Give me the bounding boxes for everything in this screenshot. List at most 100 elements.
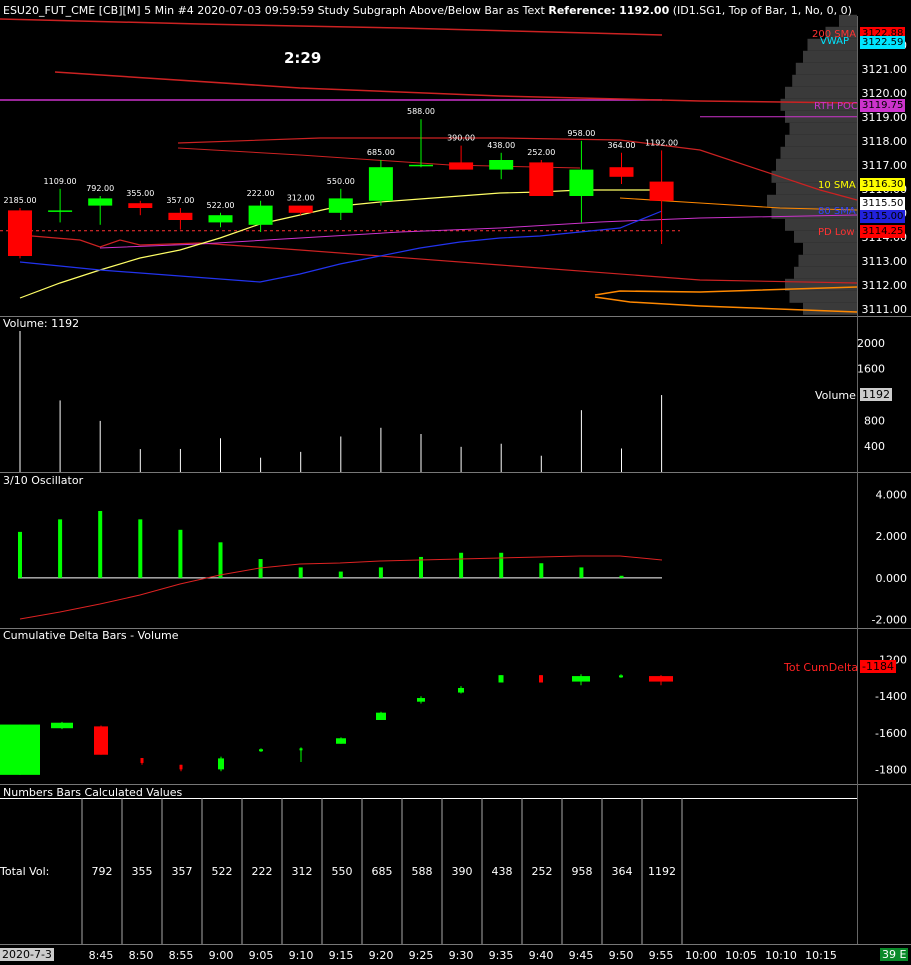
numbers-total-vol-value: 685 [372,865,393,878]
price-axis-tick: 3113.00 [862,255,908,268]
oscillator-bar [499,552,504,578]
numbers-total-vol-value: 792 [92,865,113,878]
volume-axis-tick: 1600 [857,363,885,376]
bar-volume-label: 390.00 [447,134,475,143]
last-price-value: 3115.50 [860,197,906,210]
oscillator-bar [58,519,63,578]
price-axis-tick: 3119.00 [862,111,908,124]
time-axis-tick: 9:55 [649,949,674,962]
price-axis-tick: 3120.00 [862,87,908,100]
candle-body [368,167,393,201]
volume-axis-tick: 400 [864,440,885,453]
trading-chart[interactable]: 3122.003121.003120.003119.003118.003117.… [0,0,911,965]
time-axis-tick: 9:45 [569,949,594,962]
rth-poc-label: RTH POC [814,101,858,112]
bar-volume-label: 252.00 [527,148,555,157]
date-label: 2020-7-3 [0,948,54,961]
candle-body [288,205,313,213]
time-axis-tick: 8:50 [129,949,154,962]
corner-status[interactable]: 39 E [880,948,909,961]
bar-volume-label: 522.00 [207,201,235,210]
cumdelta-bar [94,726,108,755]
bar-volume-label: 222.00 [247,189,275,198]
price-axis-tick: 3118.00 [862,135,908,148]
bar-volume-label: 1109.00 [44,177,77,186]
oscillator-bar [138,519,143,578]
pd-low-label: PD Low [818,227,855,238]
cumdelta-bar [259,749,263,752]
volume-tag-label: Volume [815,389,856,402]
candle-body [609,167,634,177]
numbers-total-vol-value: 357 [172,865,193,878]
numbers-total-vol-value: 355 [132,865,153,878]
cumdelta-bar [619,675,623,678]
bar-volume-label: 550.00 [327,177,355,186]
candle-body [409,164,433,167]
cumdelta-axis-tick: -1800 [875,763,907,776]
oscillator-axis-tick: 2.000 [876,530,908,543]
time-axis-tick: 9:35 [489,949,514,962]
oscillator-bar [18,531,22,578]
cumdelta-bar [417,698,425,702]
cumdelta-axis-tick: -1600 [875,727,907,740]
total-vol-label: Total Vol: [0,865,50,878]
red-envelope-top [54,71,858,104]
cumdelta-bar [539,675,543,683]
oscillator-bar [619,575,624,578]
time-axis-tick: 9:10 [289,949,314,962]
volume-axis-tick: 2000 [857,337,885,350]
time-axis-tick: 10:00 [685,949,717,962]
sma10-label: 10 SMA [818,180,856,191]
volume-axis-tick: 800 [864,414,885,427]
cumdelta-bar [299,748,303,751]
bar-timer: 2:29 [284,49,322,67]
red-envelope-low [19,234,858,284]
oscillator-bar [298,567,303,578]
oscillator-bar [338,571,343,578]
candle-body [48,210,73,212]
numbers-total-vol-value: 364 [612,865,633,878]
numbers-total-vol-value: 1192 [648,865,676,878]
price-axis-tick: 3112.00 [862,279,908,292]
cumdelta-bar [498,675,504,683]
oscillator-panel-title: 3/10 Oscillator [3,474,84,487]
cumdelta-bar [649,676,673,682]
oscillator-bar [178,529,183,578]
volume-profile-bar [776,158,857,171]
time-axis-tick: 8:55 [169,949,194,962]
candle-body [88,198,113,206]
cumdelta-bar [336,738,346,744]
time-axis-tick: 9:15 [329,949,354,962]
numbers-total-vol-value: 312 [292,865,313,878]
time-axis-tick: 10:10 [765,949,797,962]
red-envelope-mid [177,137,858,201]
numbers-total-vol-value: 438 [492,865,513,878]
candle-body [208,215,233,223]
candle-body [569,169,594,196]
bar-volume-label: 312.00 [287,194,315,203]
candle-body [529,162,554,196]
chart-header: ESU20_FUT_CME [CB][M] 5 Min #4 2020-07-0… [3,4,852,17]
numbers-total-vol-value: 958 [572,865,593,878]
candle-body [489,160,514,170]
numbers-panel-title: Numbers Bars Calculated Values [3,786,183,799]
bar-volume-label: 2185.00 [3,196,36,205]
cumdelta-bar [0,724,40,775]
candle-body [328,198,353,213]
reference-label: Reference: [548,4,616,17]
candle-body [8,210,32,256]
cumdelta-bar [51,722,73,729]
cumdelta-panel-title: Cumulative Delta Bars - Volume [3,629,179,642]
oscillator-bar [459,552,464,578]
volume-profile-bar [803,302,857,315]
volume-profile-bar [789,122,857,135]
candle-body [248,205,273,225]
numbers-total-vol-value: 550 [332,865,353,878]
cumdelta-axis-tick: -1400 [875,690,907,703]
time-axis-tick: 9:40 [529,949,554,962]
cumdelta-bar [179,764,183,770]
bar-volume-label: 958.00 [567,129,595,138]
volume-profile-bar [794,266,857,279]
tot-cumdelta-label: Tot CumDelta [784,661,859,674]
volume-profile-bar [780,146,857,159]
